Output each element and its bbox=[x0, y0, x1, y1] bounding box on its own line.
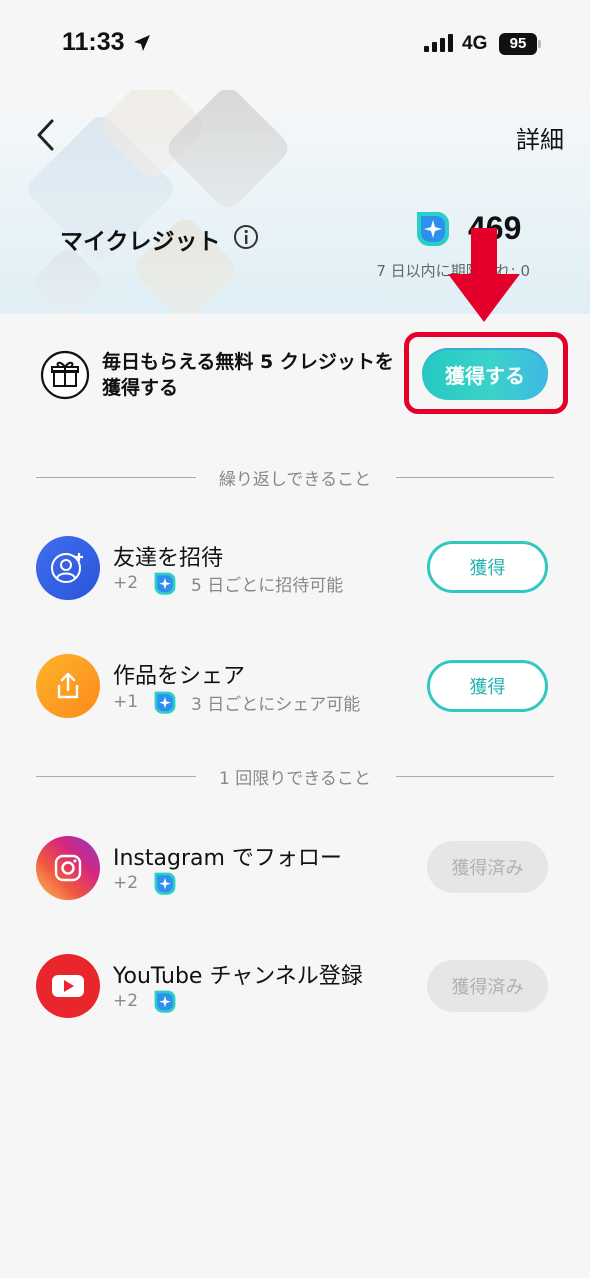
instagram-icon bbox=[54, 854, 82, 882]
invite-claim-button[interactable]: 獲得 bbox=[427, 541, 548, 593]
task-title: 作品をシェア bbox=[113, 664, 246, 689]
share-icon bbox=[57, 672, 79, 699]
section-divider-repeatable: 繰り返しできること bbox=[36, 465, 554, 490]
task-meta: +1 3 日ごとにシェア可能 bbox=[113, 689, 360, 715]
instagram-task-icon bbox=[36, 836, 100, 900]
info-icon[interactable] bbox=[233, 224, 259, 250]
task-title: YouTube チャンネル登録 bbox=[113, 964, 363, 989]
share-task-icon bbox=[36, 654, 100, 718]
status-bar: 11:33 4G 95 bbox=[0, 0, 590, 90]
credits-page: 11:33 4G 95 詳細 マイクレジット 469 7 日以内に期限切れ: 0… bbox=[0, 0, 590, 1278]
red-arrow-annotation bbox=[448, 228, 520, 322]
credit-icon bbox=[154, 990, 176, 1013]
reward-amount: +2 bbox=[113, 573, 139, 593]
credit-icon bbox=[154, 872, 176, 895]
location-arrow-icon bbox=[134, 35, 150, 51]
credit-icon bbox=[417, 212, 450, 246]
task-meta: +2 bbox=[113, 870, 191, 896]
reward-amount: +2 bbox=[113, 991, 139, 1011]
network-type: 4G bbox=[462, 33, 488, 54]
credit-icon bbox=[154, 691, 176, 714]
share-claim-button[interactable]: 獲得 bbox=[427, 660, 548, 712]
gift-icon bbox=[40, 350, 90, 400]
task-title: Instagram でフォロー bbox=[113, 846, 342, 871]
task-note: 3 日ごとにシェア可能 bbox=[191, 694, 361, 715]
invite-task-icon bbox=[36, 536, 100, 600]
task-meta: +2 bbox=[113, 988, 191, 1014]
add-user-icon bbox=[51, 553, 83, 583]
youtube-icon bbox=[52, 975, 84, 997]
task-note: 5 日ごとに招待可能 bbox=[191, 575, 344, 596]
daily-credit-text: 毎日もらえる無料 5 クレジットを獲得する bbox=[102, 351, 394, 399]
task-meta: +2 5 日ごとに招待可能 bbox=[113, 570, 343, 596]
section-label: 繰り返しできること bbox=[218, 470, 372, 490]
status-time: 11:33 bbox=[62, 28, 125, 56]
instagram-claimed-button[interactable]: 獲得済み bbox=[427, 841, 548, 893]
reward-amount: +1 bbox=[113, 692, 139, 712]
detail-link[interactable]: 詳細 bbox=[516, 120, 564, 155]
back-chevron-icon[interactable] bbox=[34, 118, 56, 152]
task-title: 友達を招待 bbox=[113, 546, 224, 571]
highlight-box-annotation bbox=[404, 332, 568, 414]
battery-icon bbox=[538, 40, 541, 48]
youtube-claimed-button[interactable]: 獲得済み bbox=[427, 960, 548, 1012]
section-divider-once: 1 回限りできること bbox=[36, 764, 554, 789]
page-title: マイクレジット bbox=[60, 229, 221, 255]
signal-icon bbox=[424, 34, 453, 52]
reward-amount: +2 bbox=[113, 873, 139, 893]
credit-icon bbox=[154, 572, 176, 595]
battery-level: 95 bbox=[499, 33, 537, 55]
youtube-task-icon bbox=[36, 954, 100, 1018]
section-label: 1 回限りできること bbox=[219, 769, 371, 789]
